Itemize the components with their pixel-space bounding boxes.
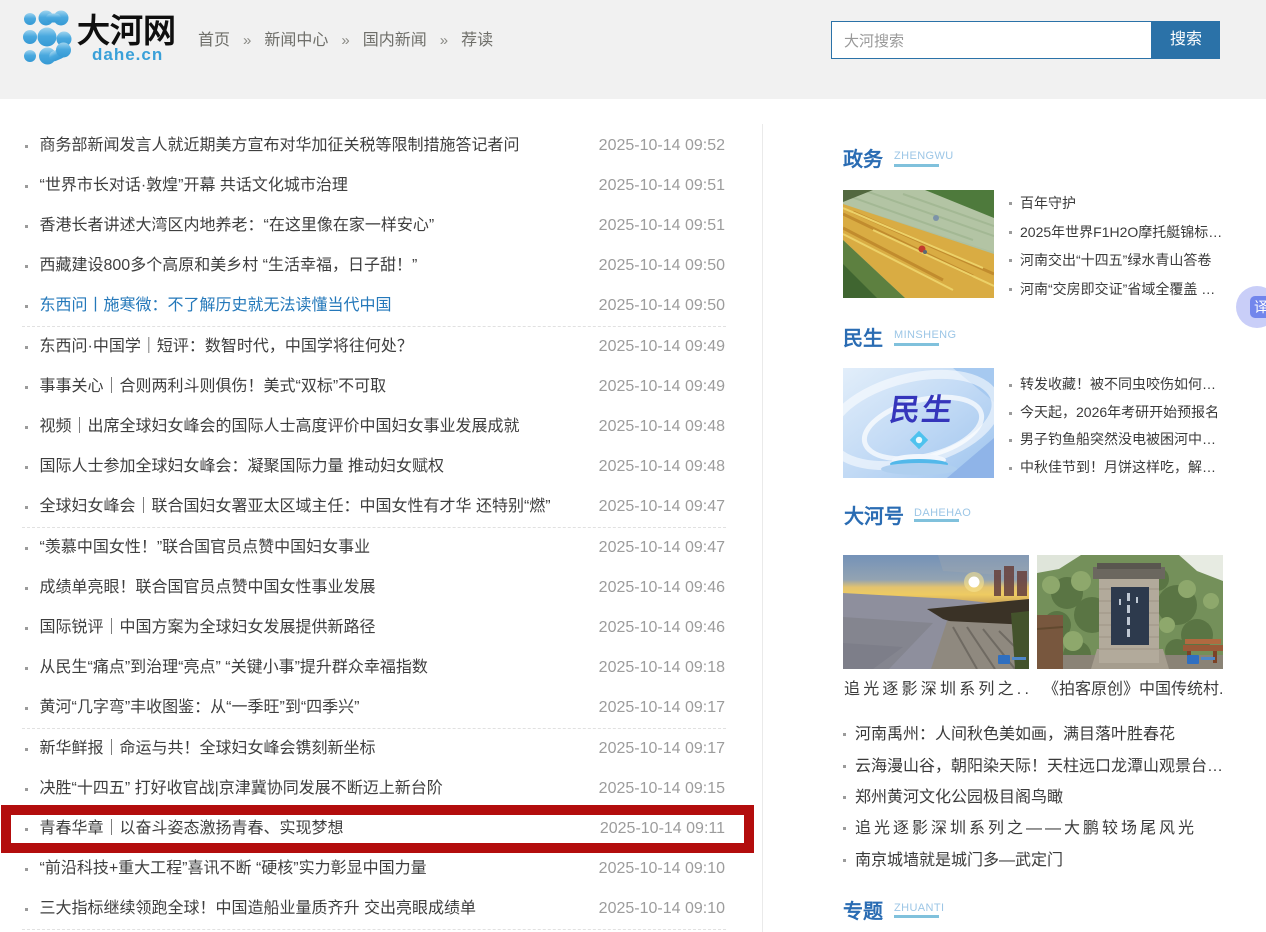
svg-text:dahe.cn: dahe.cn [92, 45, 163, 64]
svg-text:大河网: 大河网 [77, 12, 176, 49]
svg-text:民生: 民生 [888, 393, 957, 427]
